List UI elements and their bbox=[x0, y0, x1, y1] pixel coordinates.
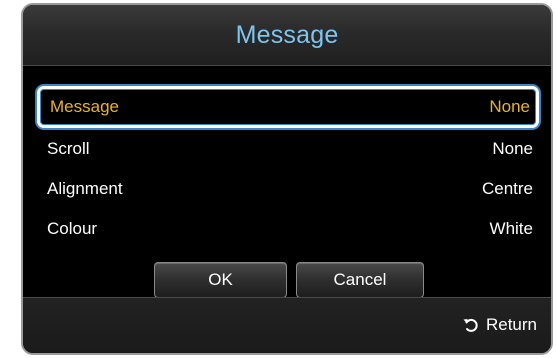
option-row-colour[interactable]: Colour White bbox=[37, 208, 539, 250]
option-label-alignment: Alignment bbox=[47, 179, 123, 198]
option-label-colour: Colour bbox=[47, 219, 98, 238]
dialog-button-row: OK Cancel bbox=[23, 262, 551, 302]
option-row-scroll[interactable]: Scroll None bbox=[37, 128, 539, 170]
return-button[interactable]: Return bbox=[462, 315, 537, 335]
option-value-alignment: Centre bbox=[481, 179, 533, 198]
option-row-message[interactable]: Message None bbox=[37, 86, 539, 128]
option-label-message: Message bbox=[50, 97, 119, 116]
return-label: Return bbox=[485, 315, 537, 334]
option-label-scroll: Scroll bbox=[47, 139, 90, 158]
cancel-button[interactable]: Cancel bbox=[296, 262, 424, 298]
message-dialog: Message Message None Scroll None Alignme… bbox=[21, 3, 553, 355]
option-row-alignment[interactable]: Alignment Centre bbox=[37, 168, 539, 210]
ok-button[interactable]: OK bbox=[154, 262, 287, 298]
dialog-body: Message None Scroll None Alignment Centr… bbox=[23, 66, 551, 298]
option-value-scroll: None bbox=[492, 139, 533, 158]
option-value-message: None bbox=[489, 97, 530, 116]
dialog-footer: Return bbox=[23, 297, 551, 353]
option-value-colour: White bbox=[489, 219, 533, 238]
dialog-title-bar: Message bbox=[23, 5, 551, 66]
dialog-title: Message bbox=[235, 20, 339, 49]
return-arrow-icon bbox=[462, 316, 480, 334]
